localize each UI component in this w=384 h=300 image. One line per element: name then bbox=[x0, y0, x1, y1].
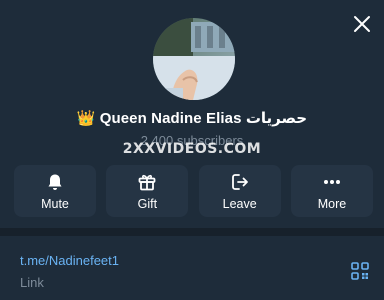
qr-code-icon[interactable] bbox=[351, 262, 369, 280]
mute-label: Mute bbox=[41, 196, 69, 211]
channel-title: 👑 Queen Nadine Elias حصريات bbox=[0, 109, 384, 127]
link-section: t.me/Nadinefeet1 Link bbox=[0, 236, 384, 300]
link-caption: Link bbox=[20, 275, 44, 290]
more-label: More bbox=[317, 196, 347, 211]
profile-header: 👑 Queen Nadine Elias حصريات 2 400 subscri… bbox=[0, 0, 384, 228]
leave-label: Leave bbox=[222, 196, 257, 211]
gift-icon bbox=[138, 174, 156, 190]
avatar[interactable] bbox=[153, 18, 235, 100]
leave-icon bbox=[231, 173, 248, 190]
gift-label: Gift bbox=[137, 196, 158, 211]
bell-icon bbox=[48, 174, 62, 190]
close-icon[interactable] bbox=[352, 14, 372, 34]
watermark: 2XXVIDEOS.COM bbox=[122, 141, 262, 157]
gift-button[interactable]: Gift bbox=[106, 165, 189, 217]
action-bar: Mute Gift Leave More bbox=[14, 165, 373, 217]
more-button[interactable]: More bbox=[290, 165, 373, 217]
crown-emoji: 👑 bbox=[76, 110, 96, 127]
channel-name: Queen Nadine Elias حصريات bbox=[99, 110, 308, 127]
channel-link[interactable]: t.me/Nadinefeet1 bbox=[20, 253, 119, 268]
mute-button[interactable]: Mute bbox=[14, 165, 96, 217]
leave-button[interactable]: Leave bbox=[198, 165, 281, 217]
more-dots-icon bbox=[323, 179, 340, 184]
